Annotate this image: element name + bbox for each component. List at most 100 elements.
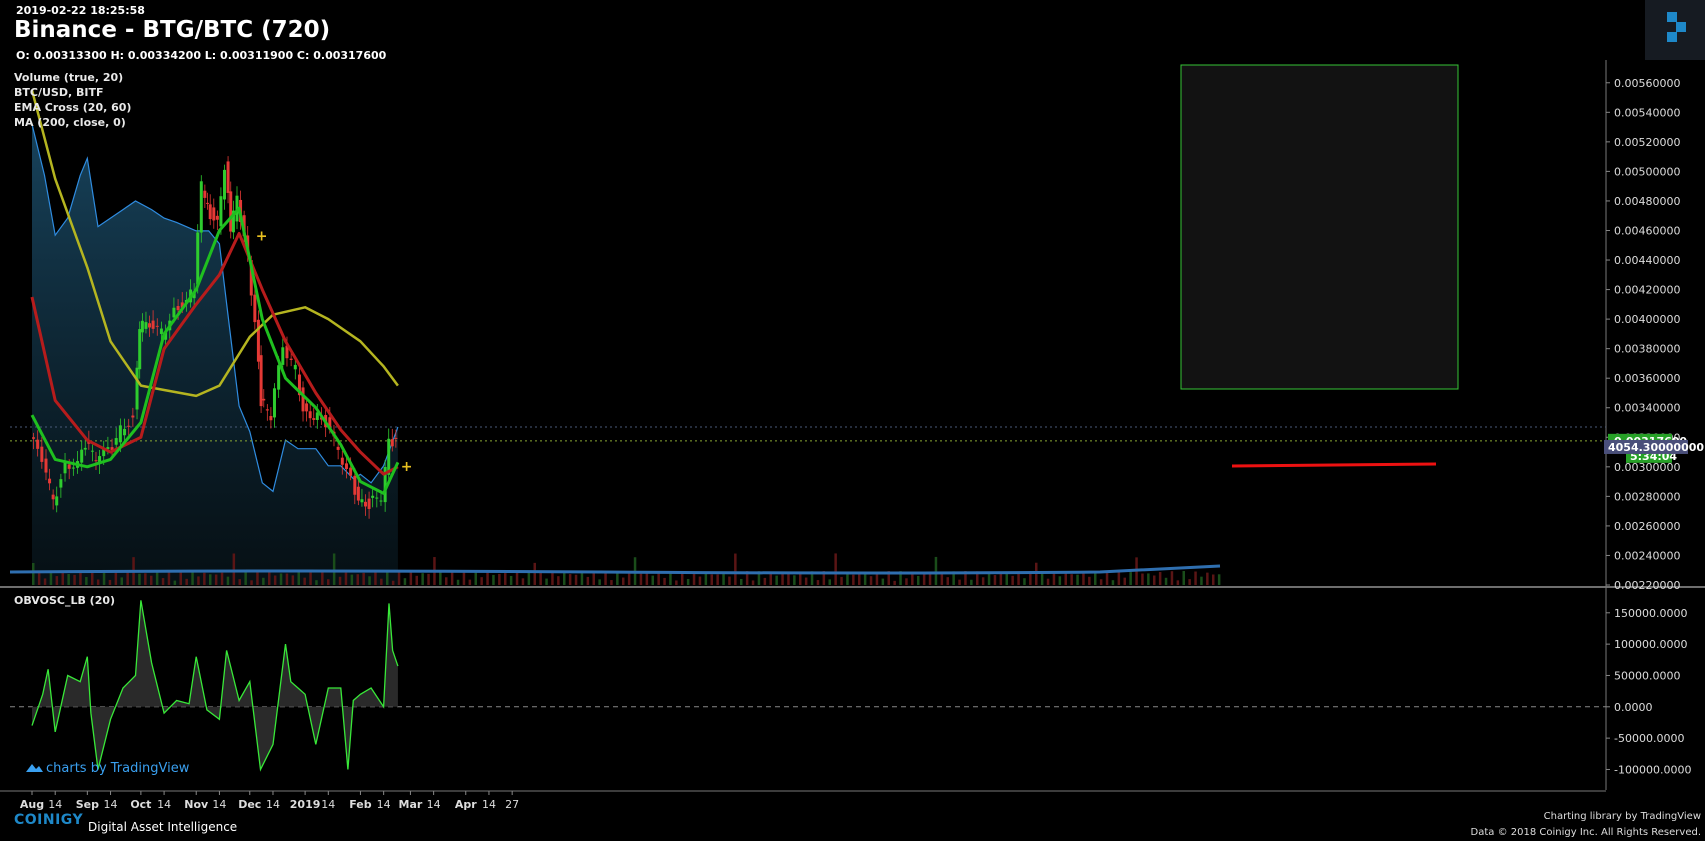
copyright-credit: Data © 2018 Coinigy Inc. All Rights Rese… bbox=[1470, 827, 1701, 838]
candle-body bbox=[55, 496, 59, 506]
volume-bar bbox=[73, 574, 76, 585]
coinigy-brand: COINIGY bbox=[14, 812, 84, 828]
volume-bar bbox=[1158, 572, 1162, 585]
candle-body bbox=[259, 355, 263, 407]
volume-bar bbox=[415, 575, 418, 585]
volume-bar bbox=[568, 574, 572, 585]
volume-bar bbox=[232, 553, 236, 585]
tradingview-watermark-text: charts by TradingView bbox=[46, 761, 190, 776]
volume-bar bbox=[421, 573, 424, 585]
time-tick-label: Nov bbox=[184, 798, 209, 811]
volume-bar bbox=[220, 572, 224, 585]
time-tick-label: Sep bbox=[76, 798, 99, 811]
candle-body bbox=[277, 365, 281, 390]
price-tick-label: 0.00540000 bbox=[1614, 106, 1680, 119]
volume-bar bbox=[114, 571, 118, 585]
volume-bar bbox=[338, 576, 342, 585]
candle-body bbox=[379, 500, 383, 502]
time-tick-label: 14 bbox=[377, 798, 391, 811]
indicator-volume-label[interactable]: Volume (true, 20) bbox=[14, 71, 123, 84]
volume-bar bbox=[828, 579, 831, 585]
volume-bar bbox=[279, 573, 283, 585]
btc-price-tag-label: 4054.30000000 bbox=[1608, 441, 1704, 454]
volume-bar bbox=[917, 575, 920, 585]
price-tick-label: 0.00480000 bbox=[1614, 195, 1680, 208]
volume-bar bbox=[1206, 572, 1209, 585]
volume-bar bbox=[273, 575, 277, 585]
candle-body bbox=[269, 416, 273, 421]
volume-bar bbox=[946, 577, 949, 585]
volume-bar bbox=[515, 571, 519, 585]
osc-area bbox=[32, 600, 398, 770]
volume-bar bbox=[439, 572, 442, 585]
candle-body bbox=[206, 202, 210, 204]
candle-body bbox=[226, 161, 230, 193]
oscillator-label[interactable]: OBVOSC_LB (20) bbox=[14, 594, 115, 607]
volume-bar bbox=[627, 572, 631, 585]
volume-bar bbox=[262, 577, 265, 585]
volume-bar bbox=[362, 572, 365, 585]
candle-body bbox=[356, 486, 360, 501]
volume-bar bbox=[197, 576, 200, 585]
volume-bar bbox=[804, 577, 808, 585]
volume-bar bbox=[698, 576, 702, 585]
candle-body bbox=[90, 450, 94, 452]
volume-bar bbox=[1123, 577, 1126, 585]
ema-cross-marker-1: + bbox=[256, 228, 268, 244]
time-tick-label: 14 bbox=[482, 798, 496, 811]
volume-bar bbox=[533, 562, 536, 585]
candle-body bbox=[44, 458, 48, 473]
volume-bar bbox=[397, 571, 401, 585]
volume-bar bbox=[203, 572, 206, 585]
volume-bar bbox=[645, 573, 649, 585]
time-tick-label: 2019 bbox=[290, 798, 321, 811]
volume-bar bbox=[102, 571, 106, 585]
indicator-ema-label[interactable]: EMA Cross (20, 60) bbox=[14, 101, 131, 114]
volume-bar bbox=[928, 573, 932, 585]
volume-bar bbox=[722, 572, 725, 585]
time-tick-label: 27 bbox=[505, 798, 519, 811]
volume-bar bbox=[374, 571, 377, 585]
volume-bar bbox=[43, 578, 47, 585]
osc-tick-label: 150000.0000 bbox=[1614, 607, 1687, 620]
volume-bar bbox=[1064, 572, 1067, 585]
chart-canvas[interactable]: + +0.00560000 0.00540000 0.00520000 0.005000… bbox=[0, 0, 1705, 841]
price-tick-label: 0.00400000 bbox=[1614, 313, 1680, 326]
candle-body bbox=[40, 446, 44, 462]
volume-bar bbox=[1117, 571, 1121, 585]
volume-bar bbox=[120, 577, 123, 585]
charting-library-credit[interactable]: Charting library by TradingView bbox=[1544, 811, 1701, 822]
tradingview-watermark[interactable]: charts by TradingView bbox=[26, 761, 190, 776]
volume-bar bbox=[297, 572, 300, 585]
volume-bar bbox=[728, 576, 731, 585]
volume-bar bbox=[586, 576, 590, 585]
volume-bar bbox=[539, 571, 542, 585]
volume-bar bbox=[905, 578, 908, 585]
volume-bar bbox=[150, 575, 153, 585]
volume-bar bbox=[1153, 575, 1156, 585]
time-tick-label: 14 bbox=[48, 798, 62, 811]
osc-tick-label: 100000.0000 bbox=[1614, 638, 1687, 651]
volume-bar bbox=[474, 571, 477, 585]
brand-tagline: Digital Asset Intelligence bbox=[88, 820, 238, 834]
volume-bar bbox=[1088, 576, 1091, 585]
price-tick-label: 0.00440000 bbox=[1614, 254, 1680, 267]
volume-bar bbox=[574, 574, 578, 585]
time-tick-label: Oct bbox=[130, 798, 151, 811]
candle-body bbox=[272, 388, 276, 418]
time-tick-label: Dec bbox=[238, 798, 261, 811]
volume-bar bbox=[551, 571, 554, 585]
volume-bar bbox=[504, 573, 507, 585]
candle-body bbox=[208, 204, 212, 220]
volume-bar bbox=[380, 578, 383, 585]
indicator-btcusd-label[interactable]: BTC/USD, BITF bbox=[14, 86, 103, 99]
candle-body bbox=[371, 495, 375, 498]
candle-body bbox=[301, 387, 305, 412]
volume-bar bbox=[291, 575, 295, 585]
indicator-ma-label[interactable]: MA (200, close, 0) bbox=[14, 116, 126, 129]
volume-bar bbox=[309, 571, 312, 585]
volume-bar bbox=[368, 576, 371, 585]
volume-bar bbox=[1076, 574, 1079, 585]
volume-bar bbox=[315, 580, 318, 585]
volume-bar bbox=[226, 576, 230, 585]
